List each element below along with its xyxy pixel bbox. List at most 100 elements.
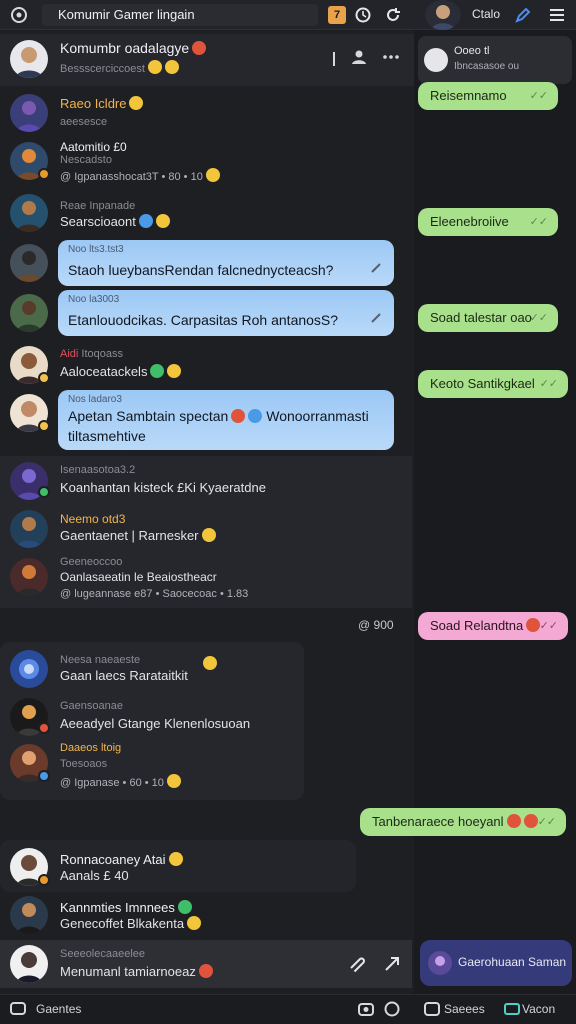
message-bubble[interactable]: Nos ladaro3 Apetan Sambtain spectan Wono… [58, 390, 394, 450]
message-bubble[interactable]: Noo lts3.tst3 Staoh lueybansRendan falcn… [58, 240, 394, 286]
list-item[interactable]: Isenaasotoa3.2 Koanhantan kisteck £Ki Ky… [0, 460, 414, 502]
message-text-line-2: tiltasmehtive [68, 428, 146, 444]
green-emoji-icon [150, 364, 165, 378]
read-check-icon: ✓✓ [537, 816, 556, 828]
more-vertical-icon[interactable] [330, 50, 338, 68]
camera-icon[interactable] [358, 1001, 374, 1017]
blue-emoji-icon [248, 409, 263, 423]
sent-message-bubble[interactable]: Tanbenaraece hoeyanl ✓✓ [360, 808, 566, 836]
unread-badge[interactable]: 7 [328, 6, 346, 24]
refresh-icon[interactable] [384, 6, 402, 24]
avatar[interactable] [10, 945, 48, 983]
avatar[interactable] [10, 40, 48, 78]
chat-bubble-icon[interactable] [10, 1001, 26, 1017]
thread-name: Daaeos ltoig [60, 742, 122, 754]
attach-icon[interactable] [368, 260, 384, 276]
list-item[interactable]: Aidi Itoqoass Aaloceatackels [0, 342, 414, 388]
list-item[interactable]: Ronnacoaney Atai Aanals £ 40 [0, 846, 414, 890]
bottom-tab-label[interactable]: Saeees [444, 1002, 485, 1016]
status-badge [38, 372, 50, 384]
status-badge [38, 722, 50, 734]
list-item[interactable]: Aatomitio £0 Nescadsto @ Igpanasshocat3T… [0, 138, 414, 184]
avatar[interactable] [10, 244, 48, 282]
send-icon[interactable] [382, 954, 402, 974]
green-emoji-icon [177, 900, 192, 914]
bottom-bar: Gaentes Saeees Vacon [0, 994, 576, 1024]
list-item[interactable]: Noo lts3.tst3 Staoh lueybansRendan falcn… [0, 240, 414, 288]
list-item[interactable]: Kannmties Imnnees Genecoffet Blkakenta [0, 894, 414, 938]
smile-emoji-icon [167, 364, 182, 378]
bottom-tab-label[interactable]: Gaentes [36, 1002, 81, 1016]
avatar[interactable] [10, 896, 48, 934]
read-check-icon: ✓✓ [529, 90, 548, 102]
thread-subtitle: aeesesce [60, 116, 108, 128]
sent-message-bubble[interactable]: Reisemnamo ✓✓ [418, 82, 558, 110]
avatar[interactable] [10, 510, 48, 548]
attach-icon[interactable] [346, 954, 366, 974]
list-item[interactable]: Gaensoanae Aeeadyel Gtange Klenenlosuoan [0, 696, 414, 740]
sent-message-bubble[interactable]: Soad Relandtna ✓✓ [418, 612, 568, 640]
hamburger-menu-icon[interactable] [548, 6, 566, 24]
list-item[interactable]: Noo la3003 Etanlouodcikas. Carpasitas Ro… [0, 290, 414, 338]
user-icon[interactable] [350, 48, 368, 66]
thread-meta: @ Igpanase • 60 • 10 [60, 774, 181, 789]
video-icon[interactable] [504, 1001, 520, 1017]
read-check-icon: ✓✓ [539, 620, 558, 632]
thread-name: Ronnacoaney Atai [60, 852, 183, 867]
message-text: Apetan Sambtain spectan Wonoorranmasti [68, 408, 369, 424]
status-badge [38, 874, 50, 886]
list-item[interactable]: Daaeos ltoig Toesoaos @ Igpanase • 60 • … [0, 742, 414, 796]
sent-message-bubble[interactable]: Eleenebroiive ✓✓ [418, 208, 558, 236]
list-item[interactable]: Nos ladaro3 Apetan Sambtain spectan Wono… [0, 388, 414, 452]
profile-avatar[interactable] [425, 0, 461, 30]
thread-subtitle: Isenaasotoa3.2 [60, 464, 136, 476]
edit-pencil-icon[interactable] [514, 6, 532, 24]
composer-input[interactable]: Menumanl tamiarnoeaz [60, 964, 213, 979]
chat-title-field[interactable]: Komumir Gamer lingain [42, 4, 318, 26]
status-indicator: @ 900 [358, 618, 394, 632]
smile-emoji-icon [129, 96, 144, 110]
avatar [428, 951, 452, 975]
avatar[interactable] [10, 94, 48, 132]
thread-preview: Searscioaont [60, 214, 170, 229]
bottom-tab-label[interactable]: Vacon [522, 1002, 555, 1016]
call-contact-button[interactable]: Gaerohuaan Saman [420, 940, 572, 986]
sent-message-bubble[interactable]: Keoto Santikgkael ✓✓ [418, 370, 568, 398]
attach-icon[interactable] [368, 310, 384, 326]
avatar[interactable] [10, 194, 48, 232]
status-badge [38, 420, 50, 432]
contacts-icon[interactable] [424, 1001, 440, 1017]
smile-emoji-icon [506, 814, 521, 828]
list-item[interactable]: Raeo Icldre aeesesce [0, 92, 414, 136]
avatar[interactable] [10, 650, 48, 688]
message-bubble[interactable]: Noo la3003 Etanlouodcikas. Carpasitas Ro… [58, 290, 394, 336]
message-composer[interactable]: Seeeolecaaeelee Menumanl tamiarnoeaz [0, 940, 412, 988]
thread-subtitle: Toesoaos [60, 758, 108, 770]
thread-preview: Oanlasaeatin le Beaiostheacr [60, 570, 217, 584]
pinned-contact-card[interactable]: Ooeo tl Ibncasasoe ou [418, 36, 572, 84]
emoji-picker-icon[interactable] [384, 1001, 400, 1017]
thread-preview: Koanhantan kisteck £Ki Kyaeratdne [60, 480, 266, 495]
user-name-label: Ctalo [472, 7, 501, 21]
message-text: Staoh lueybansRendan falcnednycteacsh? [68, 262, 334, 278]
thread-name: Reae Inpanade [60, 200, 136, 212]
list-item[interactable]: Geeneoccoo Oanlasaeatin le Beaiostheacr … [0, 556, 414, 606]
more-horizontal-icon[interactable] [382, 48, 400, 66]
conversation-header[interactable]: Komumbr oadalagye Bessscerciccoest [0, 34, 414, 86]
list-item[interactable]: Neemo otd3 Gaentaenet | Rarnesker [0, 508, 414, 552]
avatar[interactable] [10, 558, 48, 596]
conversation-title: Komumbr oadalagye [60, 40, 207, 56]
list-item[interactable]: Reae Inpanade Searscioaont [0, 192, 414, 236]
thread-preview: Aanals £ 40 [60, 868, 129, 883]
message-meta: Noo lts3.tst3 [68, 244, 124, 255]
read-check-icon: ✓✓ [539, 378, 558, 390]
avatar[interactable] [424, 48, 448, 72]
smile-emoji-icon [164, 60, 179, 74]
thread-name: Raeo Icldre [60, 96, 144, 111]
clock-icon[interactable] [354, 6, 372, 24]
sent-message-bubble[interactable]: Soad talestar oao ✓✓ [418, 304, 558, 332]
app-menu-icon[interactable] [10, 6, 28, 24]
list-item[interactable]: Neesa naeaeste Gaan laecs Rarataitkit [0, 648, 414, 692]
avatar[interactable] [10, 294, 48, 332]
thread-subtitle: Neesa naeaeste [60, 654, 141, 666]
